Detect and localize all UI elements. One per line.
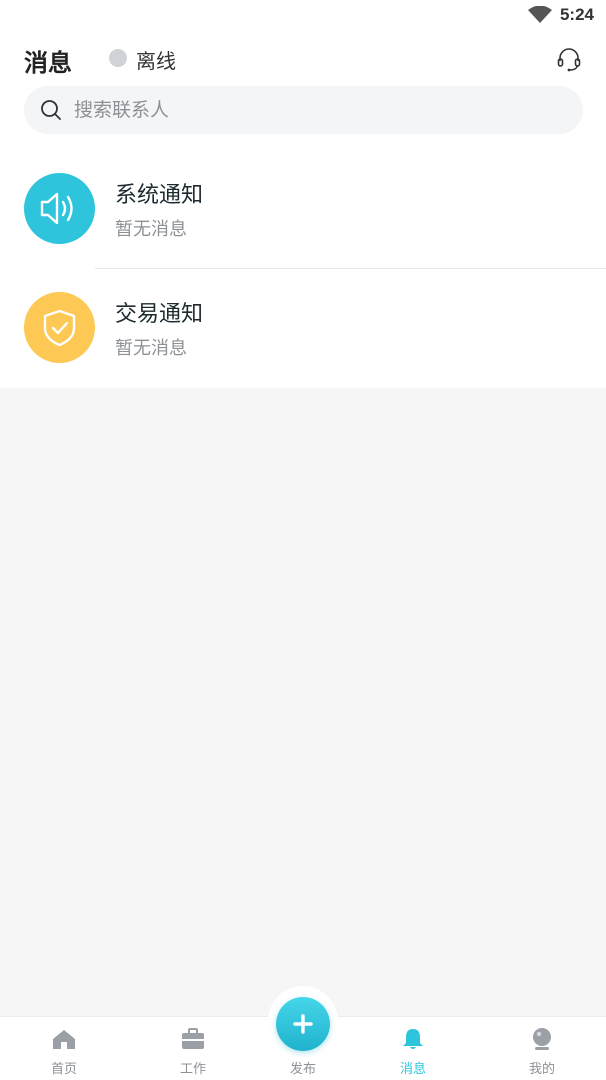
- system-notice-avatar: [24, 173, 95, 244]
- search-icon: [41, 100, 61, 120]
- shield-check-icon: [43, 309, 76, 347]
- connection-status[interactable]: 离线: [136, 45, 176, 74]
- status-bar: 5:24: [0, 0, 606, 34]
- status-dot: [109, 49, 127, 67]
- publish-button[interactable]: [276, 997, 330, 1051]
- search-bar[interactable]: [24, 86, 583, 134]
- list-item-system-notice[interactable]: 系统通知 暂无消息: [0, 150, 606, 268]
- trade-notice-avatar: [24, 292, 95, 363]
- nav-label: 发布: [289, 1062, 316, 1077]
- list-item-trade-notice[interactable]: 交易通知 暂无消息: [0, 269, 606, 387]
- status-time: 5:24: [559, 5, 594, 24]
- wifi-icon: [528, 6, 552, 23]
- page-title: 消息: [24, 49, 72, 77]
- nav-label: 消息: [399, 1062, 426, 1077]
- headset-icon[interactable]: [556, 46, 582, 72]
- nav-label: 工作: [179, 1062, 206, 1077]
- nav-item-messages[interactable]: 消息: [373, 1017, 453, 1080]
- list-item-subtitle: 暂无消息: [115, 338, 187, 359]
- list-item-title: 交易通知: [115, 302, 204, 327]
- plus-icon: [293, 1014, 313, 1034]
- nav-item-home[interactable]: 首页: [24, 1017, 104, 1080]
- header: 消息 离线: [0, 38, 606, 82]
- nav-item-work[interactable]: 工作: [153, 1017, 233, 1080]
- nav-label: 我的: [528, 1062, 555, 1077]
- briefcase-icon: [182, 1028, 204, 1049]
- list-item-title: 系统通知: [115, 183, 204, 208]
- user-icon: [533, 1028, 551, 1050]
- search-input[interactable]: [74, 86, 564, 134]
- list-item-subtitle: 暂无消息: [115, 219, 187, 240]
- nav-label: 首页: [50, 1062, 77, 1077]
- speaker-icon: [40, 192, 73, 225]
- bell-icon: [403, 1029, 423, 1049]
- home-icon: [53, 1030, 75, 1049]
- nav-item-profile[interactable]: 我的: [502, 1017, 582, 1080]
